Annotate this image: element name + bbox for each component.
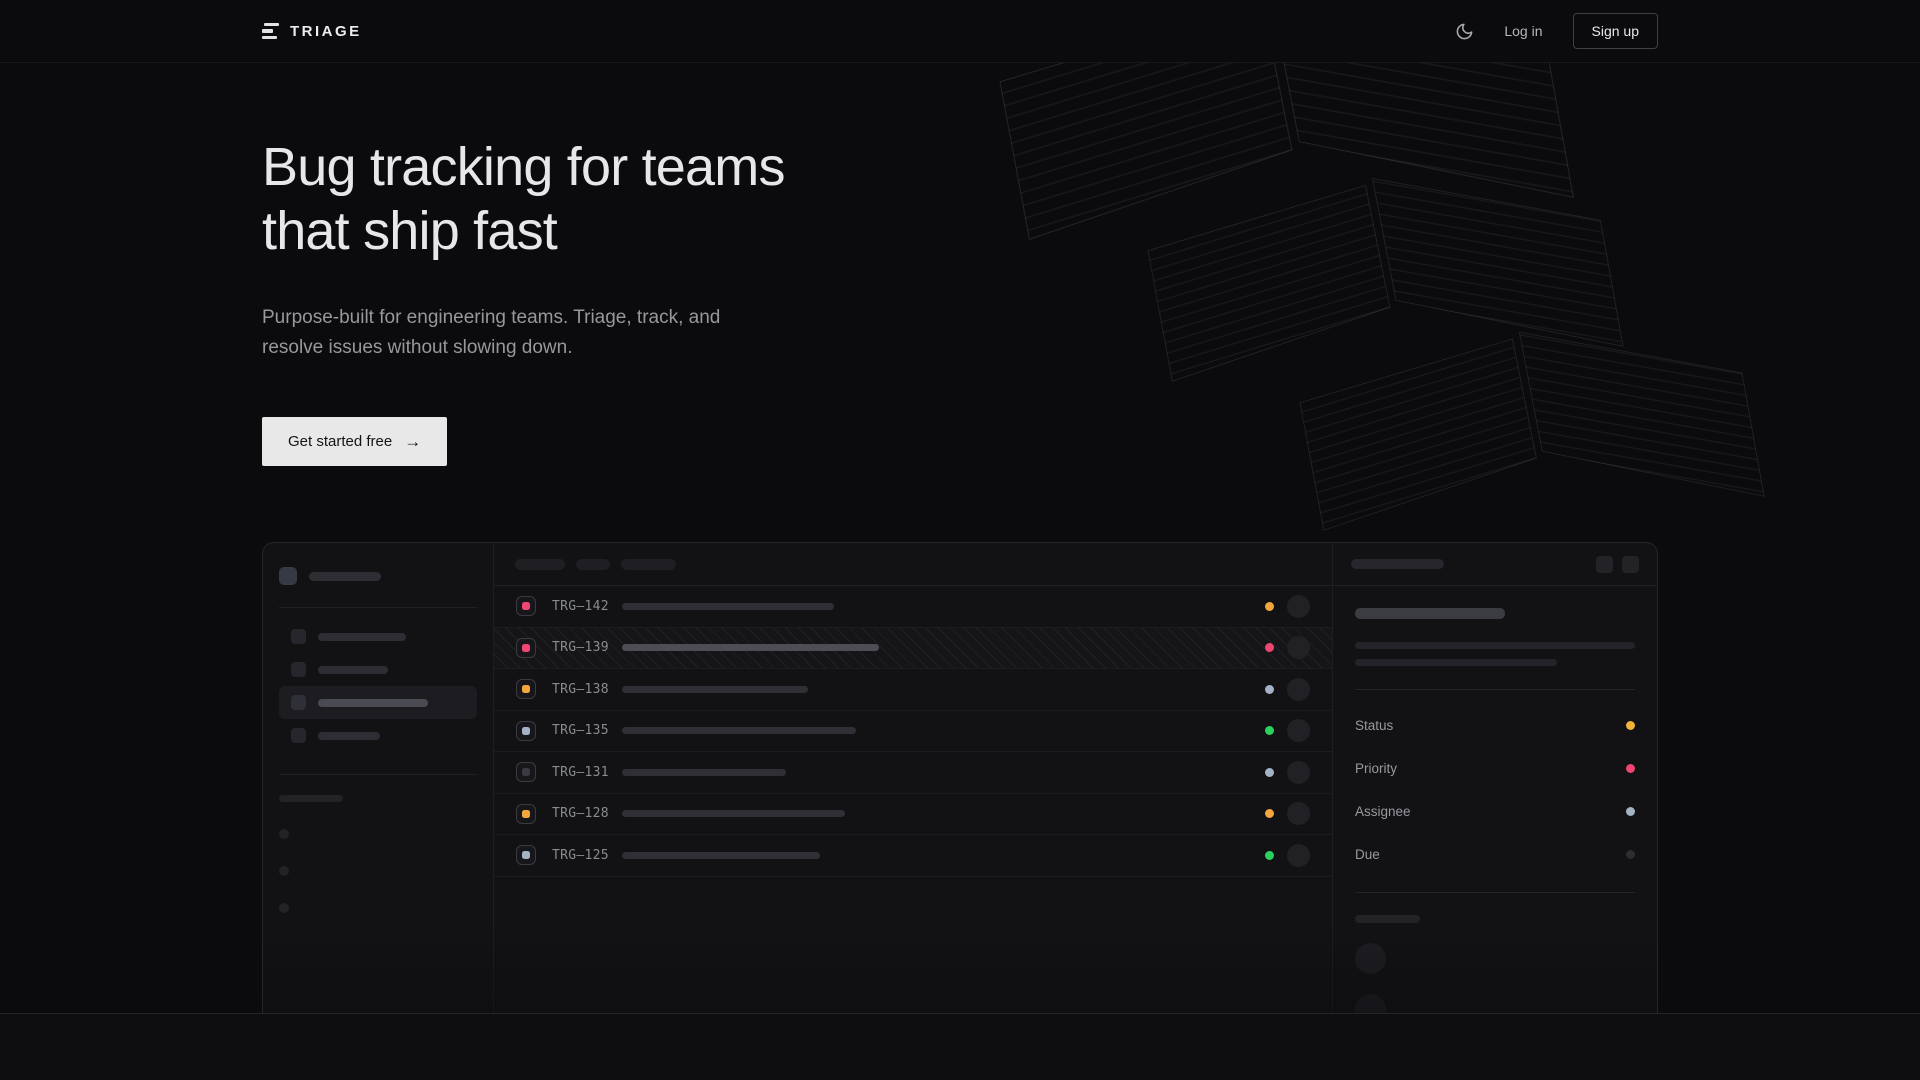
theme-toggle-button[interactable] xyxy=(1454,21,1474,41)
panel-action-button-placeholder xyxy=(1596,556,1613,573)
panel-action-button-placeholder xyxy=(1622,556,1639,573)
status-dot xyxy=(1265,809,1274,818)
detail-field-value-dot xyxy=(1626,850,1635,859)
issue-title-placeholder xyxy=(622,810,845,817)
detail-field-label: Assignee xyxy=(1355,804,1411,819)
sidebar-item-placeholder-selected xyxy=(279,686,477,719)
assignee-avatar-placeholder xyxy=(1287,844,1310,867)
issue-type-icon xyxy=(516,762,536,782)
issue-title-placeholder xyxy=(622,644,879,651)
assignee-avatar-placeholder xyxy=(1287,678,1310,701)
status-dot xyxy=(1265,851,1274,860)
login-link[interactable]: Log in xyxy=(1504,23,1542,39)
issue-id: TRG–131 xyxy=(552,765,609,780)
assignee-avatar-placeholder xyxy=(1287,802,1310,825)
detail-field-label: Due xyxy=(1355,847,1380,862)
issue-row: TRG–138 xyxy=(494,669,1332,711)
issue-type-icon xyxy=(516,638,536,658)
issue-id: TRG–128 xyxy=(552,806,609,821)
sidebar-item-placeholder xyxy=(279,620,477,653)
issue-type-icon xyxy=(516,721,536,741)
brand-logo[interactable]: TRIAGE xyxy=(262,23,362,40)
workspace-avatar-placeholder xyxy=(279,567,297,585)
issue-row: TRG–139 xyxy=(494,628,1332,670)
hero-title: Bug tracking for teams that ship fast xyxy=(262,135,1658,263)
footer-band xyxy=(0,1013,1920,1080)
status-dot xyxy=(1265,685,1274,694)
issue-row: TRG–128 xyxy=(494,794,1332,836)
arrow-right-icon: → xyxy=(404,433,421,450)
issue-row: TRG–142 xyxy=(494,586,1332,628)
issue-type-icon xyxy=(516,804,536,824)
sidebar-item-placeholder xyxy=(279,653,477,686)
comment-avatar-placeholder xyxy=(1355,943,1386,974)
assignee-avatar-placeholder xyxy=(1287,595,1310,618)
issue-title-placeholder xyxy=(1355,608,1505,619)
assignee-avatar-placeholder xyxy=(1287,636,1310,659)
get-started-button[interactable]: Get started free → xyxy=(262,417,447,466)
signup-button[interactable]: Sign up xyxy=(1573,13,1658,49)
issue-type-icon xyxy=(516,596,536,616)
skeleton-bar xyxy=(1355,642,1635,649)
status-dot xyxy=(1265,726,1274,735)
triage-bars-icon xyxy=(262,23,279,40)
divider xyxy=(279,607,477,608)
status-dot xyxy=(1265,768,1274,777)
issue-type-icon xyxy=(516,845,536,865)
app-mockup-illustration: TRG–142 TRG–139 TRG–138 TRG–135 TRG–131 xyxy=(262,542,1658,1031)
detail-field: Priority xyxy=(1355,761,1635,776)
divider xyxy=(279,774,477,775)
section-label-placeholder xyxy=(279,795,343,802)
detail-field: Assignee xyxy=(1355,804,1635,819)
issue-row: TRG–135 xyxy=(494,711,1332,753)
assignee-avatar-placeholder xyxy=(1287,719,1310,742)
divider xyxy=(1355,689,1635,690)
skeleton-bar xyxy=(309,572,381,581)
divider xyxy=(1355,892,1635,893)
moon-icon xyxy=(1455,22,1474,41)
list-dot-placeholder xyxy=(279,866,289,876)
issue-title-placeholder xyxy=(622,727,856,734)
comments-label-placeholder xyxy=(1355,915,1420,923)
issue-row: TRG–125 xyxy=(494,835,1332,877)
issue-id: TRG–125 xyxy=(552,848,609,863)
mockup-detail-panel: Status Priority Assignee Due xyxy=(1332,543,1657,1031)
list-dot-placeholder xyxy=(279,903,289,913)
issue-type-icon xyxy=(516,679,536,699)
issue-title-placeholder xyxy=(622,769,786,776)
detail-field: Due xyxy=(1355,847,1635,862)
skeleton-bar xyxy=(1355,659,1557,666)
detail-field: Status xyxy=(1355,718,1635,733)
issue-id: TRG–135 xyxy=(552,723,609,738)
issue-id: TRG–142 xyxy=(552,599,609,614)
hero-subtitle: Purpose-built for engineering teams. Tri… xyxy=(262,303,1658,363)
detail-field-value-dot xyxy=(1626,721,1635,730)
detail-field-value-dot xyxy=(1626,807,1635,816)
issue-row: TRG–131 xyxy=(494,752,1332,794)
status-dot xyxy=(1265,643,1274,652)
top-nav: TRIAGE Log in Sign up xyxy=(0,0,1920,63)
detail-field-label: Priority xyxy=(1355,761,1397,776)
brand-name: TRIAGE xyxy=(290,23,362,40)
status-dot xyxy=(1265,602,1274,611)
list-header-placeholder xyxy=(494,543,1332,586)
list-dot-placeholder xyxy=(279,829,289,839)
issue-title-placeholder xyxy=(622,603,834,610)
mockup-sidebar xyxy=(263,543,494,1031)
issue-title-placeholder xyxy=(622,686,808,693)
skeleton-bar xyxy=(1351,559,1444,569)
issue-id: TRG–138 xyxy=(552,682,609,697)
issue-id: TRG–139 xyxy=(552,640,609,655)
detail-field-label: Status xyxy=(1355,718,1393,733)
detail-field-value-dot xyxy=(1626,764,1635,773)
mockup-issue-list: TRG–142 TRG–139 TRG–138 TRG–135 TRG–131 xyxy=(494,543,1332,1031)
issue-title-placeholder xyxy=(622,852,820,859)
assignee-avatar-placeholder xyxy=(1287,761,1310,784)
sidebar-item-placeholder xyxy=(279,719,477,752)
